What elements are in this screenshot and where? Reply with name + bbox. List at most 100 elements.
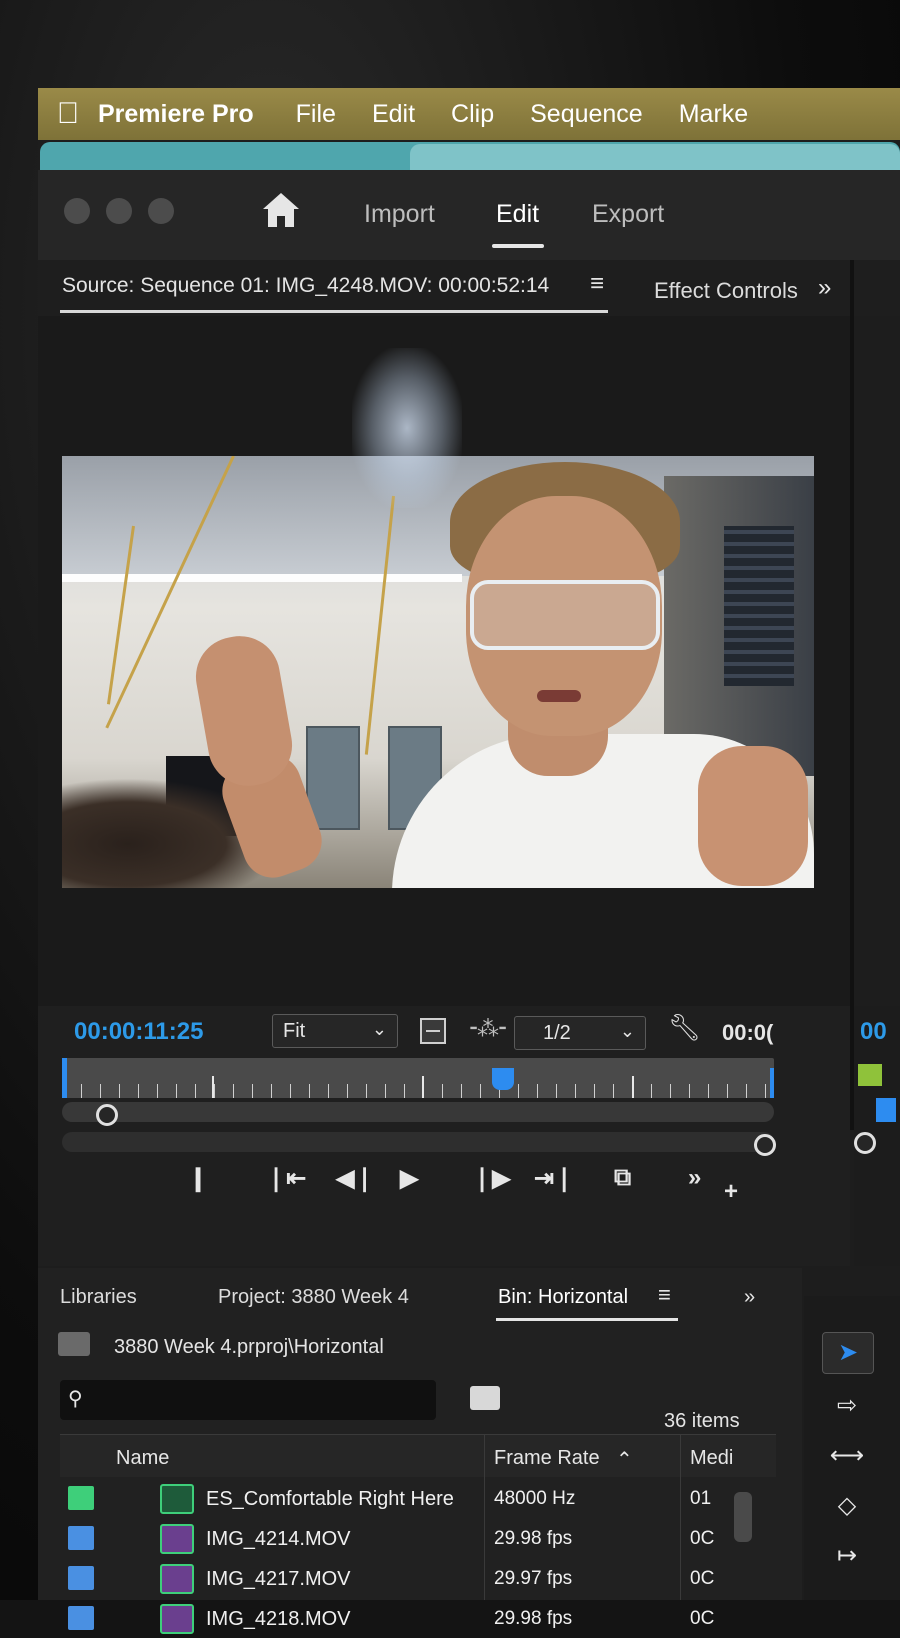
razor-tool-icon[interactable]: ◇ xyxy=(822,1486,872,1526)
bin-path: 3880 Week 4.prproj\Horizontal xyxy=(56,1330,776,1366)
clip-name: IMG_4214.MOV xyxy=(206,1528,351,1550)
tab-libraries[interactable]: Libraries xyxy=(60,1286,137,1309)
effect-controls-tab[interactable]: Effect Controls xyxy=(654,278,798,304)
safe-margins-icon[interactable] xyxy=(420,1018,446,1044)
active-tab-underline xyxy=(60,310,608,313)
insert-icon[interactable]: ⧉ xyxy=(614,1164,631,1192)
search-input[interactable]: ⚲ xyxy=(60,1380,436,1420)
menu-file[interactable]: File xyxy=(296,100,336,129)
more-controls-icon[interactable]: » xyxy=(688,1164,701,1192)
column-name[interactable]: Name xyxy=(116,1447,169,1470)
clip-frame-rate: 29.98 fps xyxy=(494,1528,573,1549)
zoom-level-select[interactable]: Fit ⌄ xyxy=(272,1014,398,1048)
clip-media: 0C xyxy=(690,1568,715,1589)
slip-tool-icon[interactable]: ↦ xyxy=(822,1536,872,1576)
track-select-tool-icon[interactable]: ⇨ xyxy=(822,1386,872,1426)
workspace-edit[interactable]: Edit xyxy=(496,200,539,229)
zoom-scrollbar[interactable] xyxy=(62,1102,774,1122)
mark-in-icon[interactable]: ❙ xyxy=(188,1164,208,1193)
step-forward-icon[interactable]: ❘▶ xyxy=(472,1164,511,1193)
bin-menu-icon[interactable]: ≡ xyxy=(658,1282,671,1308)
selection-tool-icon[interactable]: ➤ xyxy=(822,1332,874,1374)
label-color-swatch[interactable] xyxy=(68,1486,94,1510)
premiere-window:  Premiere Pro File Edit Clip Sequence M… xyxy=(38,88,900,1634)
go-to-out-icon[interactable]: ⇥❘ xyxy=(534,1164,574,1193)
item-count: 36 items xyxy=(664,1410,740,1432)
workspace-import[interactable]: Import xyxy=(364,200,435,229)
source-panel-tabs: Source: Sequence 01: IMG_4248.MOV: 00:00… xyxy=(38,260,900,316)
project-panel-tabs: Libraries Project: 3880 Week 4 Bin: Hori… xyxy=(38,1268,802,1322)
program-timecode: 00 xyxy=(860,1018,887,1045)
clip-frame-rate: 48000 Hz xyxy=(494,1488,576,1509)
add-button-icon[interactable]: + xyxy=(724,1178,738,1206)
label-color-swatch[interactable] xyxy=(68,1606,94,1630)
bin-path-text: 3880 Week 4.prproj\Horizontal xyxy=(114,1336,384,1358)
column-frame-rate[interactable]: Frame Rate xyxy=(494,1447,600,1470)
chevron-down-icon: ⌄ xyxy=(619,1021,635,1041)
label-color-swatch[interactable] xyxy=(68,1566,94,1590)
playback-resolution-value: 1/2 xyxy=(543,1022,571,1044)
menu-app-name[interactable]: Premiere Pro xyxy=(98,100,254,129)
tab-project[interactable]: Project: 3880 Week 4 xyxy=(218,1286,409,1309)
marker-blue xyxy=(876,1098,896,1122)
close-button[interactable] xyxy=(64,198,90,224)
table-row[interactable]: IMG_4218.MOV 29.98 fps 0C xyxy=(60,1598,776,1638)
menu-sequence[interactable]: Sequence xyxy=(530,100,643,129)
video-clip-icon xyxy=(160,1524,194,1554)
program-monitor-edge: 00 xyxy=(854,1006,900,1266)
app-header: Import Edit Export xyxy=(38,170,900,260)
step-back-icon[interactable]: ◀❘ xyxy=(336,1164,375,1193)
clip-media: 0C xyxy=(690,1528,715,1549)
clip-media: 0C xyxy=(690,1608,715,1629)
tab-bin[interactable]: Bin: Horizontal xyxy=(498,1286,628,1309)
marker-green xyxy=(858,1064,882,1086)
menu-edit[interactable]: Edit xyxy=(372,100,415,129)
ripple-edit-tool-icon[interactable]: ⟷ xyxy=(822,1436,872,1476)
project-panel: Libraries Project: 3880 Week 4 Bin: Hori… xyxy=(38,1268,802,1634)
table-row[interactable]: IMG_4217.MOV 29.97 fps 0C xyxy=(60,1558,776,1598)
more-tabs-icon[interactable]: » xyxy=(818,274,831,302)
minimize-button[interactable] xyxy=(106,198,132,224)
audio-waveform-icon[interactable]: ⁃⁂⁃ xyxy=(468,1016,508,1042)
source-monitor-tab[interactable]: Source: Sequence 01: IMG_4248.MOV: 00:00… xyxy=(62,274,549,298)
project-items-table: Name Frame Rate ⌃ Medi ES_Comfortable Ri… xyxy=(60,1434,776,1634)
settings-wrench-icon[interactable]: 🔧︎ xyxy=(668,1012,701,1043)
playhead-timecode[interactable]: 00:00:11:25 xyxy=(74,1018,203,1046)
table-row[interactable]: IMG_4214.MOV 29.98 fps 0C xyxy=(60,1518,776,1558)
play-icon[interactable]: ▶ xyxy=(400,1164,418,1193)
label-color-swatch[interactable] xyxy=(68,1526,94,1550)
playhead[interactable] xyxy=(492,1068,515,1090)
in-point-marker[interactable] xyxy=(62,1058,67,1098)
panel-menu-icon[interactable]: ≡ xyxy=(590,270,604,298)
clip-media: 01 xyxy=(690,1488,712,1509)
column-media[interactable]: Medi xyxy=(690,1447,733,1470)
home-icon[interactable] xyxy=(260,190,302,230)
active-workspace-indicator xyxy=(492,244,544,248)
zoom-handle[interactable] xyxy=(854,1132,876,1154)
playback-resolution-select[interactable]: 1/2 ⌄ xyxy=(514,1016,646,1050)
zoom-handle-left[interactable] xyxy=(96,1104,118,1126)
table-row[interactable]: ES_Comfortable Right Here 48000 Hz 01 xyxy=(60,1478,776,1518)
find-bin-icon[interactable] xyxy=(470,1386,500,1410)
audio-clip-icon xyxy=(160,1484,194,1514)
more-tabs-icon[interactable]: » xyxy=(744,1286,755,1309)
zoom-scrollbar-lower[interactable] xyxy=(62,1132,774,1152)
chevron-down-icon: ⌄ xyxy=(371,1019,387,1039)
screen-glare xyxy=(352,348,462,508)
video-clip-icon xyxy=(160,1604,194,1634)
workspace-export[interactable]: Export xyxy=(592,200,664,229)
menu-markers[interactable]: Marke xyxy=(679,100,748,129)
zoom-handle-right[interactable] xyxy=(754,1134,776,1156)
sort-ascending-icon[interactable]: ⌃ xyxy=(616,1447,633,1472)
apple-icon[interactable]:  xyxy=(38,97,98,131)
time-ruler[interactable] xyxy=(62,1058,774,1098)
menu-clip[interactable]: Clip xyxy=(451,100,494,129)
vertical-scrollbar[interactable] xyxy=(734,1492,752,1542)
go-to-in-icon[interactable]: ❘⇤ xyxy=(266,1164,306,1193)
table-header: Name Frame Rate ⌃ Medi xyxy=(60,1434,776,1477)
out-point-marker[interactable] xyxy=(770,1068,774,1098)
zoom-button[interactable] xyxy=(148,198,174,224)
panel-divider[interactable] xyxy=(850,260,854,1130)
parent-folder-icon[interactable] xyxy=(58,1332,90,1356)
duration-timecode: 00:0( xyxy=(722,1020,774,1045)
